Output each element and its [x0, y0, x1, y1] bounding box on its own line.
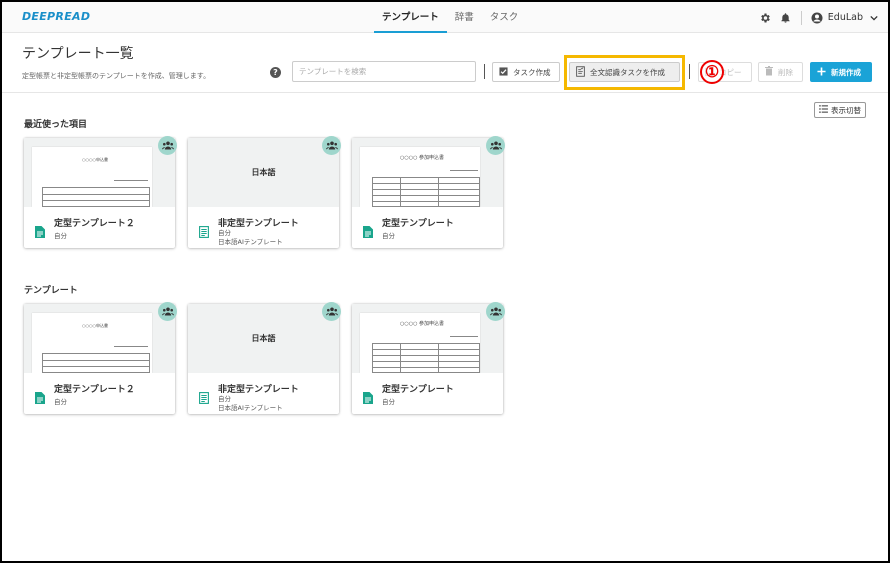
template-name: 定型テンプレート２ — [54, 219, 135, 229]
shared-group-icon — [158, 136, 177, 155]
thumbnail-language-label: 日本語 — [251, 168, 276, 177]
template-thumbnail: ○○○○申込書 — [24, 304, 175, 373]
form-preview: ○○○○ 参加申込書 — [360, 313, 480, 373]
view-toggle-button[interactable]: 表示切替 — [814, 102, 866, 118]
delete-label: 削除 — [778, 67, 793, 77]
app-logo[interactable]: DEEPREAD — [22, 10, 90, 23]
header-divider — [2, 92, 888, 93]
template-card[interactable]: 日本語 非定型テンプレート 自分 日本語AIテンプレート — [188, 136, 341, 248]
gear-icon[interactable] — [759, 12, 771, 24]
template-name: 定型テンプレート — [382, 385, 454, 395]
app-window: DEEPREAD テンプレート 辞書 タスク EduLab テンプレート一覧 定… — [2, 2, 888, 561]
template-card[interactable]: 日本語 非定型テンプレート 自分 日本語AIテンプレート — [188, 302, 341, 414]
template-name: 定型テンプレート２ — [54, 385, 135, 395]
template-card[interactable]: ○○○○申込書 定型テンプレート２ 自分 — [24, 302, 177, 414]
form-preview: ○○○○申込書 — [32, 147, 152, 207]
chevron-down-icon — [868, 12, 880, 24]
user-name: EduLab — [827, 12, 863, 23]
top-right-controls: EduLab — [759, 2, 880, 33]
document-icon — [199, 223, 209, 238]
template-card-info: 定型テンプレート 自分 — [352, 373, 503, 414]
template-card-info: 非定型テンプレート 自分 日本語AIテンプレート — [188, 207, 339, 248]
tab-templates[interactable]: テンプレート — [374, 2, 447, 33]
new-create-button[interactable]: 新規作成 — [810, 62, 872, 82]
help-icon[interactable]: ? — [270, 67, 281, 78]
bell-icon[interactable] — [780, 12, 792, 24]
file-icon — [35, 223, 45, 238]
shared-group-icon — [322, 302, 341, 321]
toolbar-divider — [800, 10, 802, 25]
toolbar-divider — [484, 64, 485, 79]
section-title-templates: テンプレート — [24, 286, 78, 296]
template-card[interactable]: ○○○○ 参加申込書 定型テンプレート 自分 — [352, 136, 505, 248]
template-owner: 自分 — [54, 398, 67, 406]
create-task-button[interactable]: タスク作成 — [492, 62, 560, 82]
template-card-info: 定型テンプレート２ 自分 — [24, 373, 175, 414]
file-icon — [363, 223, 373, 238]
template-owner: 自分 — [382, 232, 395, 240]
highlight-box — [564, 55, 685, 90]
list-icon — [819, 105, 828, 115]
create-task-label: タスク作成 — [513, 67, 551, 77]
page-description: 定型帳票と非定型帳票のテンプレートを作成、管理します。 — [22, 72, 211, 80]
template-thumbnail: 日本語 — [188, 138, 339, 207]
template-card[interactable]: ○○○○ 参加申込書 定型テンプレート 自分 — [352, 302, 505, 414]
template-owner: 自分 — [382, 398, 395, 406]
template-card-info: 定型テンプレート 自分 — [352, 207, 503, 248]
thumbnail-form-title: ○○○○申込書 — [82, 157, 108, 162]
section-title-recent: 最近使った項目 — [24, 120, 88, 130]
new-create-label: 新規作成 — [831, 67, 861, 77]
thumbnail-language-label: 日本語 — [251, 334, 276, 343]
checkbox-icon — [499, 66, 508, 78]
template-card[interactable]: ○○○○申込書 定型テンプレート２ 自分 — [24, 136, 177, 248]
thumbnail-form-title: ○○○○ 参加申込書 — [400, 321, 445, 327]
user-avatar-icon — [811, 12, 823, 24]
template-thumbnail: ○○○○ 参加申込書 — [352, 138, 503, 207]
callout-number: ① — [700, 60, 724, 84]
form-preview: ○○○○申込書 — [32, 313, 152, 373]
document-icon — [199, 389, 209, 404]
main-nav: テンプレート 辞書 タスク — [374, 2, 526, 33]
thumbnail-form-title: ○○○○申込書 — [82, 323, 108, 328]
template-card-info: 非定型テンプレート 自分 日本語AIテンプレート — [188, 373, 339, 414]
delete-button[interactable]: 削除 — [758, 62, 803, 82]
page-title: テンプレート一覧 — [22, 46, 134, 62]
template-thumbnail: ○○○○ 参加申込書 — [352, 304, 503, 373]
user-menu[interactable]: EduLab — [811, 12, 880, 24]
thumbnail-form-title: ○○○○ 参加申込書 — [400, 155, 445, 161]
template-note: 日本語AIテンプレート — [218, 238, 283, 246]
shared-group-icon — [158, 302, 177, 321]
tab-tasks[interactable]: タスク — [482, 2, 527, 33]
shared-group-icon — [486, 136, 505, 155]
template-thumbnail: ○○○○申込書 — [24, 138, 175, 207]
shared-group-icon — [322, 136, 341, 155]
template-note: 日本語AIテンプレート — [218, 404, 283, 412]
search-input[interactable] — [292, 61, 476, 82]
top-nav-bar: DEEPREAD テンプレート 辞書 タスク EduLab — [2, 2, 888, 33]
trash-icon — [765, 66, 773, 78]
tab-dictionary[interactable]: 辞書 — [447, 2, 482, 33]
toolbar-divider — [689, 64, 690, 79]
file-icon — [35, 389, 45, 404]
template-thumbnail: 日本語 — [188, 304, 339, 373]
form-preview: ○○○○ 参加申込書 — [360, 147, 480, 207]
shared-group-icon — [486, 302, 505, 321]
plus-icon — [817, 66, 826, 78]
template-owner: 自分 — [54, 232, 67, 240]
file-icon — [363, 389, 373, 404]
template-name: 定型テンプレート — [382, 219, 454, 229]
view-toggle-label: 表示切替 — [831, 105, 861, 115]
template-card-info: 定型テンプレート２ 自分 — [24, 207, 175, 248]
